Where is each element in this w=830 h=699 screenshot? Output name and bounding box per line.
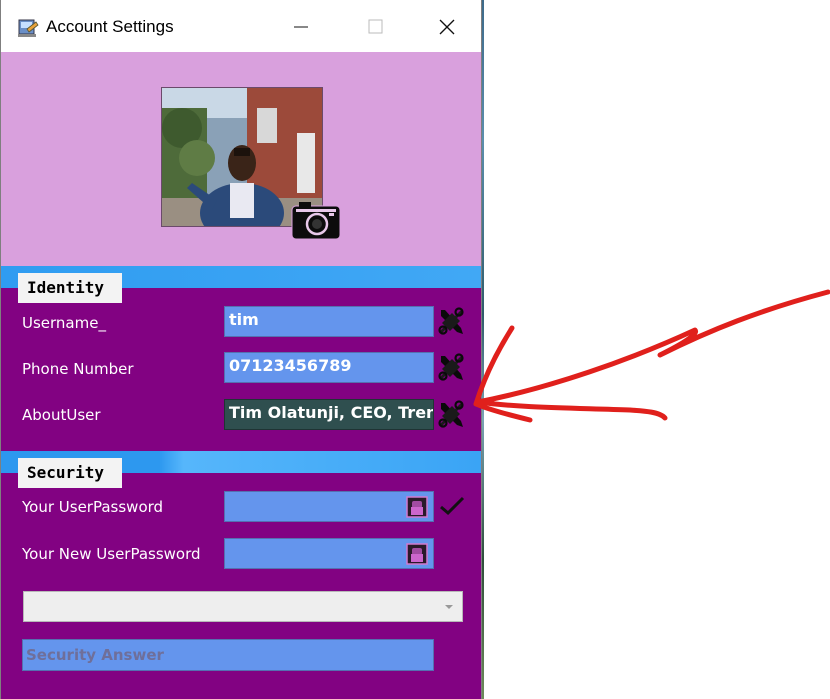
- checkmark-icon[interactable]: [438, 494, 466, 518]
- password-reveal-icon[interactable]: [406, 543, 428, 565]
- chevron-down-icon: [445, 605, 453, 609]
- security-question-select[interactable]: [23, 591, 463, 622]
- phone-label: Phone Number: [22, 360, 134, 378]
- close-button[interactable]: [432, 14, 462, 40]
- maximize-icon: [368, 19, 383, 34]
- username-field[interactable]: tim: [224, 306, 434, 337]
- annotation-arrow: [473, 289, 830, 423]
- close-icon: [439, 19, 455, 35]
- minimize-icon: [294, 26, 308, 28]
- security-answer-input[interactable]: [23, 640, 433, 670]
- username-label: Username_: [22, 314, 106, 332]
- account-settings-window: Account Settings Identity Username_ tim …: [0, 0, 482, 699]
- password-label: Your UserPassword: [22, 498, 164, 516]
- phone-field[interactable]: 07123456789: [224, 352, 434, 383]
- identity-section-title: Identity: [18, 273, 122, 303]
- security-section-title: Security: [18, 458, 122, 488]
- app-icon: [18, 19, 39, 37]
- window-title: Account Settings: [46, 17, 174, 36]
- new-password-field[interactable]: [224, 538, 434, 569]
- security-answer-field[interactable]: [22, 639, 434, 671]
- minimize-button[interactable]: [286, 14, 316, 40]
- new-password-label: Your New UserPassword: [22, 545, 201, 563]
- password-field[interactable]: [224, 491, 434, 522]
- password-reveal-icon[interactable]: [406, 496, 428, 518]
- title-bar[interactable]: Account Settings: [1, 0, 481, 52]
- maximize-button[interactable]: [360, 14, 390, 40]
- about-field[interactable]: Tim Olatunji, CEO, Trents /: [224, 399, 434, 430]
- about-label: AboutUser: [22, 406, 101, 424]
- camera-icon[interactable]: [291, 200, 341, 240]
- profile-photo-area: [1, 52, 481, 266]
